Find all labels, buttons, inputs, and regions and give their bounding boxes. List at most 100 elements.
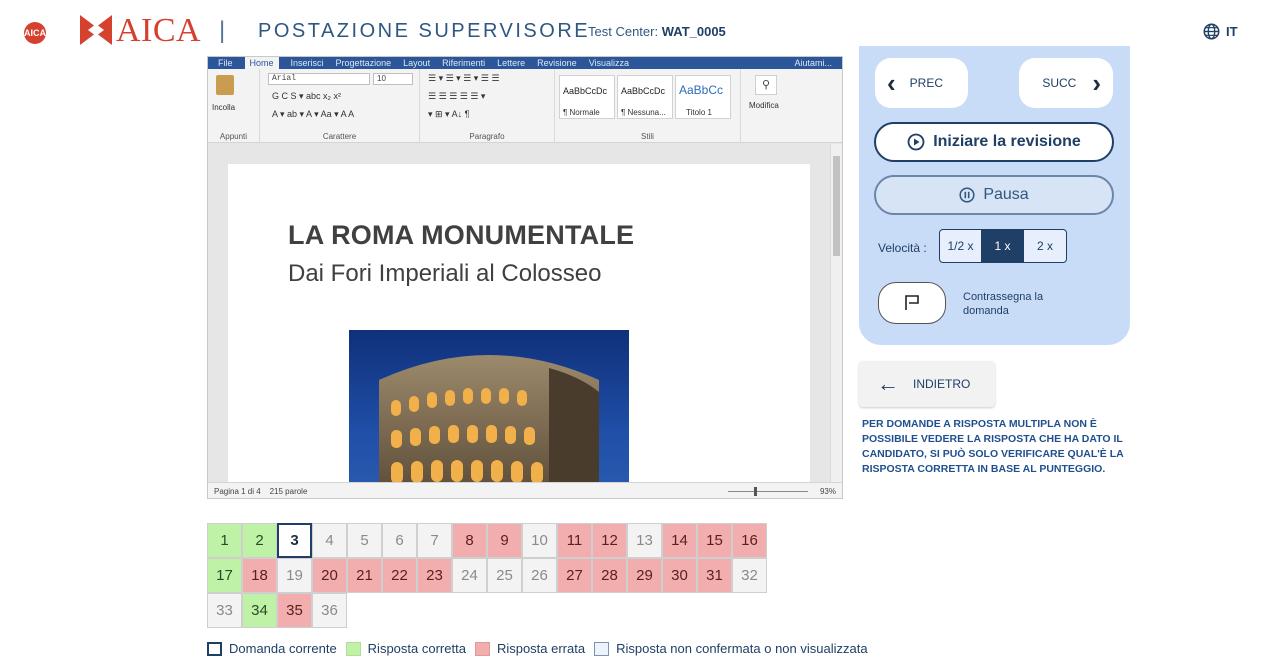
question-cell-17[interactable]: 17 <box>207 558 242 593</box>
search-icon: ⚲ <box>755 75 777 95</box>
question-cell-21[interactable]: 21 <box>347 558 382 593</box>
document-title: LA ROMA MONUMENTALE <box>288 220 635 250</box>
question-cell-36[interactable]: 36 <box>312 593 347 628</box>
question-cell-23[interactable]: 23 <box>417 558 452 593</box>
style-titolo1: AaBbCc Titolo 1 <box>675 75 731 119</box>
menu-help: Aiutami... <box>794 58 832 68</box>
chevron-right-icon: › <box>1092 68 1101 98</box>
question-cell-9[interactable]: 9 <box>487 523 522 558</box>
question-cell-8[interactable]: 8 <box>452 523 487 558</box>
question-cell-13[interactable]: 13 <box>627 523 662 558</box>
pause-icon <box>959 187 975 203</box>
menu-home: Home <box>244 57 279 69</box>
legend-item-wrong: Risposta errata <box>474 641 586 656</box>
question-cell-5[interactable]: 5 <box>347 523 382 558</box>
question-cell-12[interactable]: 12 <box>592 523 627 558</box>
globe-icon <box>1203 23 1220 40</box>
legend-label: Risposta corretta <box>367 641 466 656</box>
menu-riferimenti: Riferimenti <box>442 58 486 68</box>
font-name-box: Arial <box>268 73 370 85</box>
pause-button[interactable]: Pausa <box>874 175 1114 215</box>
question-cell-4[interactable]: 4 <box>312 523 347 558</box>
format-row-2: A ▾ ab ▾ A ▾ Aa ▾ A A <box>272 109 355 119</box>
question-cell-6[interactable]: 6 <box>382 523 417 558</box>
zoom-slider <box>728 491 808 492</box>
speed-half[interactable]: 1/2 x <box>940 230 982 262</box>
question-cell-16[interactable]: 16 <box>732 523 767 558</box>
page-title: POSTAZIONE SUPERVISORE <box>258 20 591 42</box>
zoom-slider-thumb <box>754 487 757 496</box>
aica-logo-icon <box>80 15 112 45</box>
status-legend: Domanda corrente Risposta corretta Rispost… <box>207 641 877 656</box>
question-cell-29[interactable]: 29 <box>627 558 662 593</box>
question-cell-24[interactable]: 24 <box>452 558 487 593</box>
question-cell-25[interactable]: 25 <box>487 558 522 593</box>
question-cell-33[interactable]: 33 <box>207 593 242 628</box>
flag-question-button[interactable] <box>878 282 946 324</box>
group-label-paragrafo: Paragrafo <box>469 132 505 141</box>
menu-file: File <box>218 58 233 68</box>
legend-item-correct: Risposta corretta <box>345 641 466 656</box>
ribbon-group-paragraph: ☰ ▾ ☰ ▾ ☰ ▾ ☰ ☰ ☰ ☰ ☰ ☰ ☰ ▾ ▾ ⊞ ▾ A↓ ¶ P… <box>420 69 555 143</box>
legend-item-unseen: Risposta non confermata o non visualizza… <box>594 641 868 656</box>
question-cell-3[interactable]: 3 <box>277 523 312 558</box>
group-label-stili: Stili <box>641 132 654 141</box>
legend-item-current: Domanda corrente <box>207 641 337 656</box>
question-cell-1[interactable]: 1 <box>207 523 242 558</box>
menu-visualizza: Visualizza <box>588 58 630 68</box>
status-page-words: Pagina 1 di 4 215 parole <box>214 487 307 496</box>
question-cell-14[interactable]: 14 <box>662 523 697 558</box>
question-cell-28[interactable]: 28 <box>592 558 627 593</box>
style-normale: AaBbCcDc ¶ Normale <box>559 75 615 119</box>
speed-normal[interactable]: 1 x <box>982 230 1024 262</box>
ribbon-group-clipboard: Incolla Appunti <box>208 69 260 143</box>
status-zoom: 93% <box>819 487 836 496</box>
speed-double[interactable]: 2 x <box>1024 230 1066 262</box>
style-name: ¶ Normale <box>563 108 600 117</box>
group-label-carattere: Carattere <box>322 132 357 141</box>
document-subtitle: Dai Fori Imperiali al Colosseo <box>288 260 602 287</box>
back-button[interactable]: ← INDIETRO <box>859 361 995 407</box>
arrow-left-icon: ← <box>877 371 899 396</box>
question-cell-11[interactable]: 11 <box>557 523 592 558</box>
start-review-button[interactable]: Iniziare la revisione <box>874 122 1114 162</box>
legend-swatch-current <box>207 641 222 656</box>
question-cell-35[interactable]: 35 <box>277 593 312 628</box>
question-cell-26[interactable]: 26 <box>522 558 557 593</box>
multiple-choice-notice: PER DOMANDE A RISPOSTA MULTIPLA NON È PO… <box>862 418 1124 475</box>
language-selector[interactable]: IT <box>1203 23 1238 40</box>
next-button[interactable]: SUCC › <box>1019 58 1113 108</box>
play-icon <box>907 133 925 151</box>
language-label: IT <box>1226 24 1238 39</box>
paragraph-row-1: ☰ ▾ ☰ ▾ ☰ ▾ ☰ ☰ <box>428 73 500 83</box>
document-area: LA ROMA MONUMENTALE Dai Fori Imperiali a… <box>208 144 830 482</box>
question-cell-34[interactable]: 34 <box>242 593 277 628</box>
back-label: INDIETRO <box>913 377 971 391</box>
style-sample: AaBbCcDc <box>563 86 608 96</box>
ribbon-group-styles: AaBbCcDc ¶ Normale AaBbCcDc ¶ Nessuna...… <box>555 69 741 143</box>
flag-icon <box>905 295 919 310</box>
question-cell-20[interactable]: 20 <box>312 558 347 593</box>
paragraph-row-2: ☰ ☰ ☰ ☰ ☰ ▾ <box>428 91 486 101</box>
prev-button[interactable]: ‹ PREC <box>875 58 968 108</box>
question-cell-32[interactable]: 32 <box>732 558 767 593</box>
question-cell-19[interactable]: 19 <box>277 558 312 593</box>
question-cell-22[interactable]: 22 <box>382 558 417 593</box>
question-cell-7[interactable]: 7 <box>417 523 452 558</box>
legend-label: Risposta errata <box>496 641 586 656</box>
question-cell-31[interactable]: 31 <box>697 558 732 593</box>
question-cell-2[interactable]: 2 <box>242 523 277 558</box>
status-page: Pagina 1 di 4 <box>214 487 261 496</box>
speed-selector: 1/2 x 1 x 2 x <box>939 229 1067 263</box>
question-cell-15[interactable]: 15 <box>697 523 732 558</box>
group-label-appunti: Appunti <box>219 132 248 141</box>
question-cell-10[interactable]: 10 <box>522 523 557 558</box>
question-cell-27[interactable]: 27 <box>557 558 592 593</box>
menu-layout: Layout <box>403 58 431 68</box>
colosseum-image <box>349 330 629 482</box>
vertical-scrollbar <box>830 144 842 482</box>
question-cell-30[interactable]: 30 <box>662 558 697 593</box>
style-name: ¶ Nessuna... <box>621 108 666 117</box>
question-cell-18[interactable]: 18 <box>242 558 277 593</box>
paste-icon <box>216 75 234 95</box>
